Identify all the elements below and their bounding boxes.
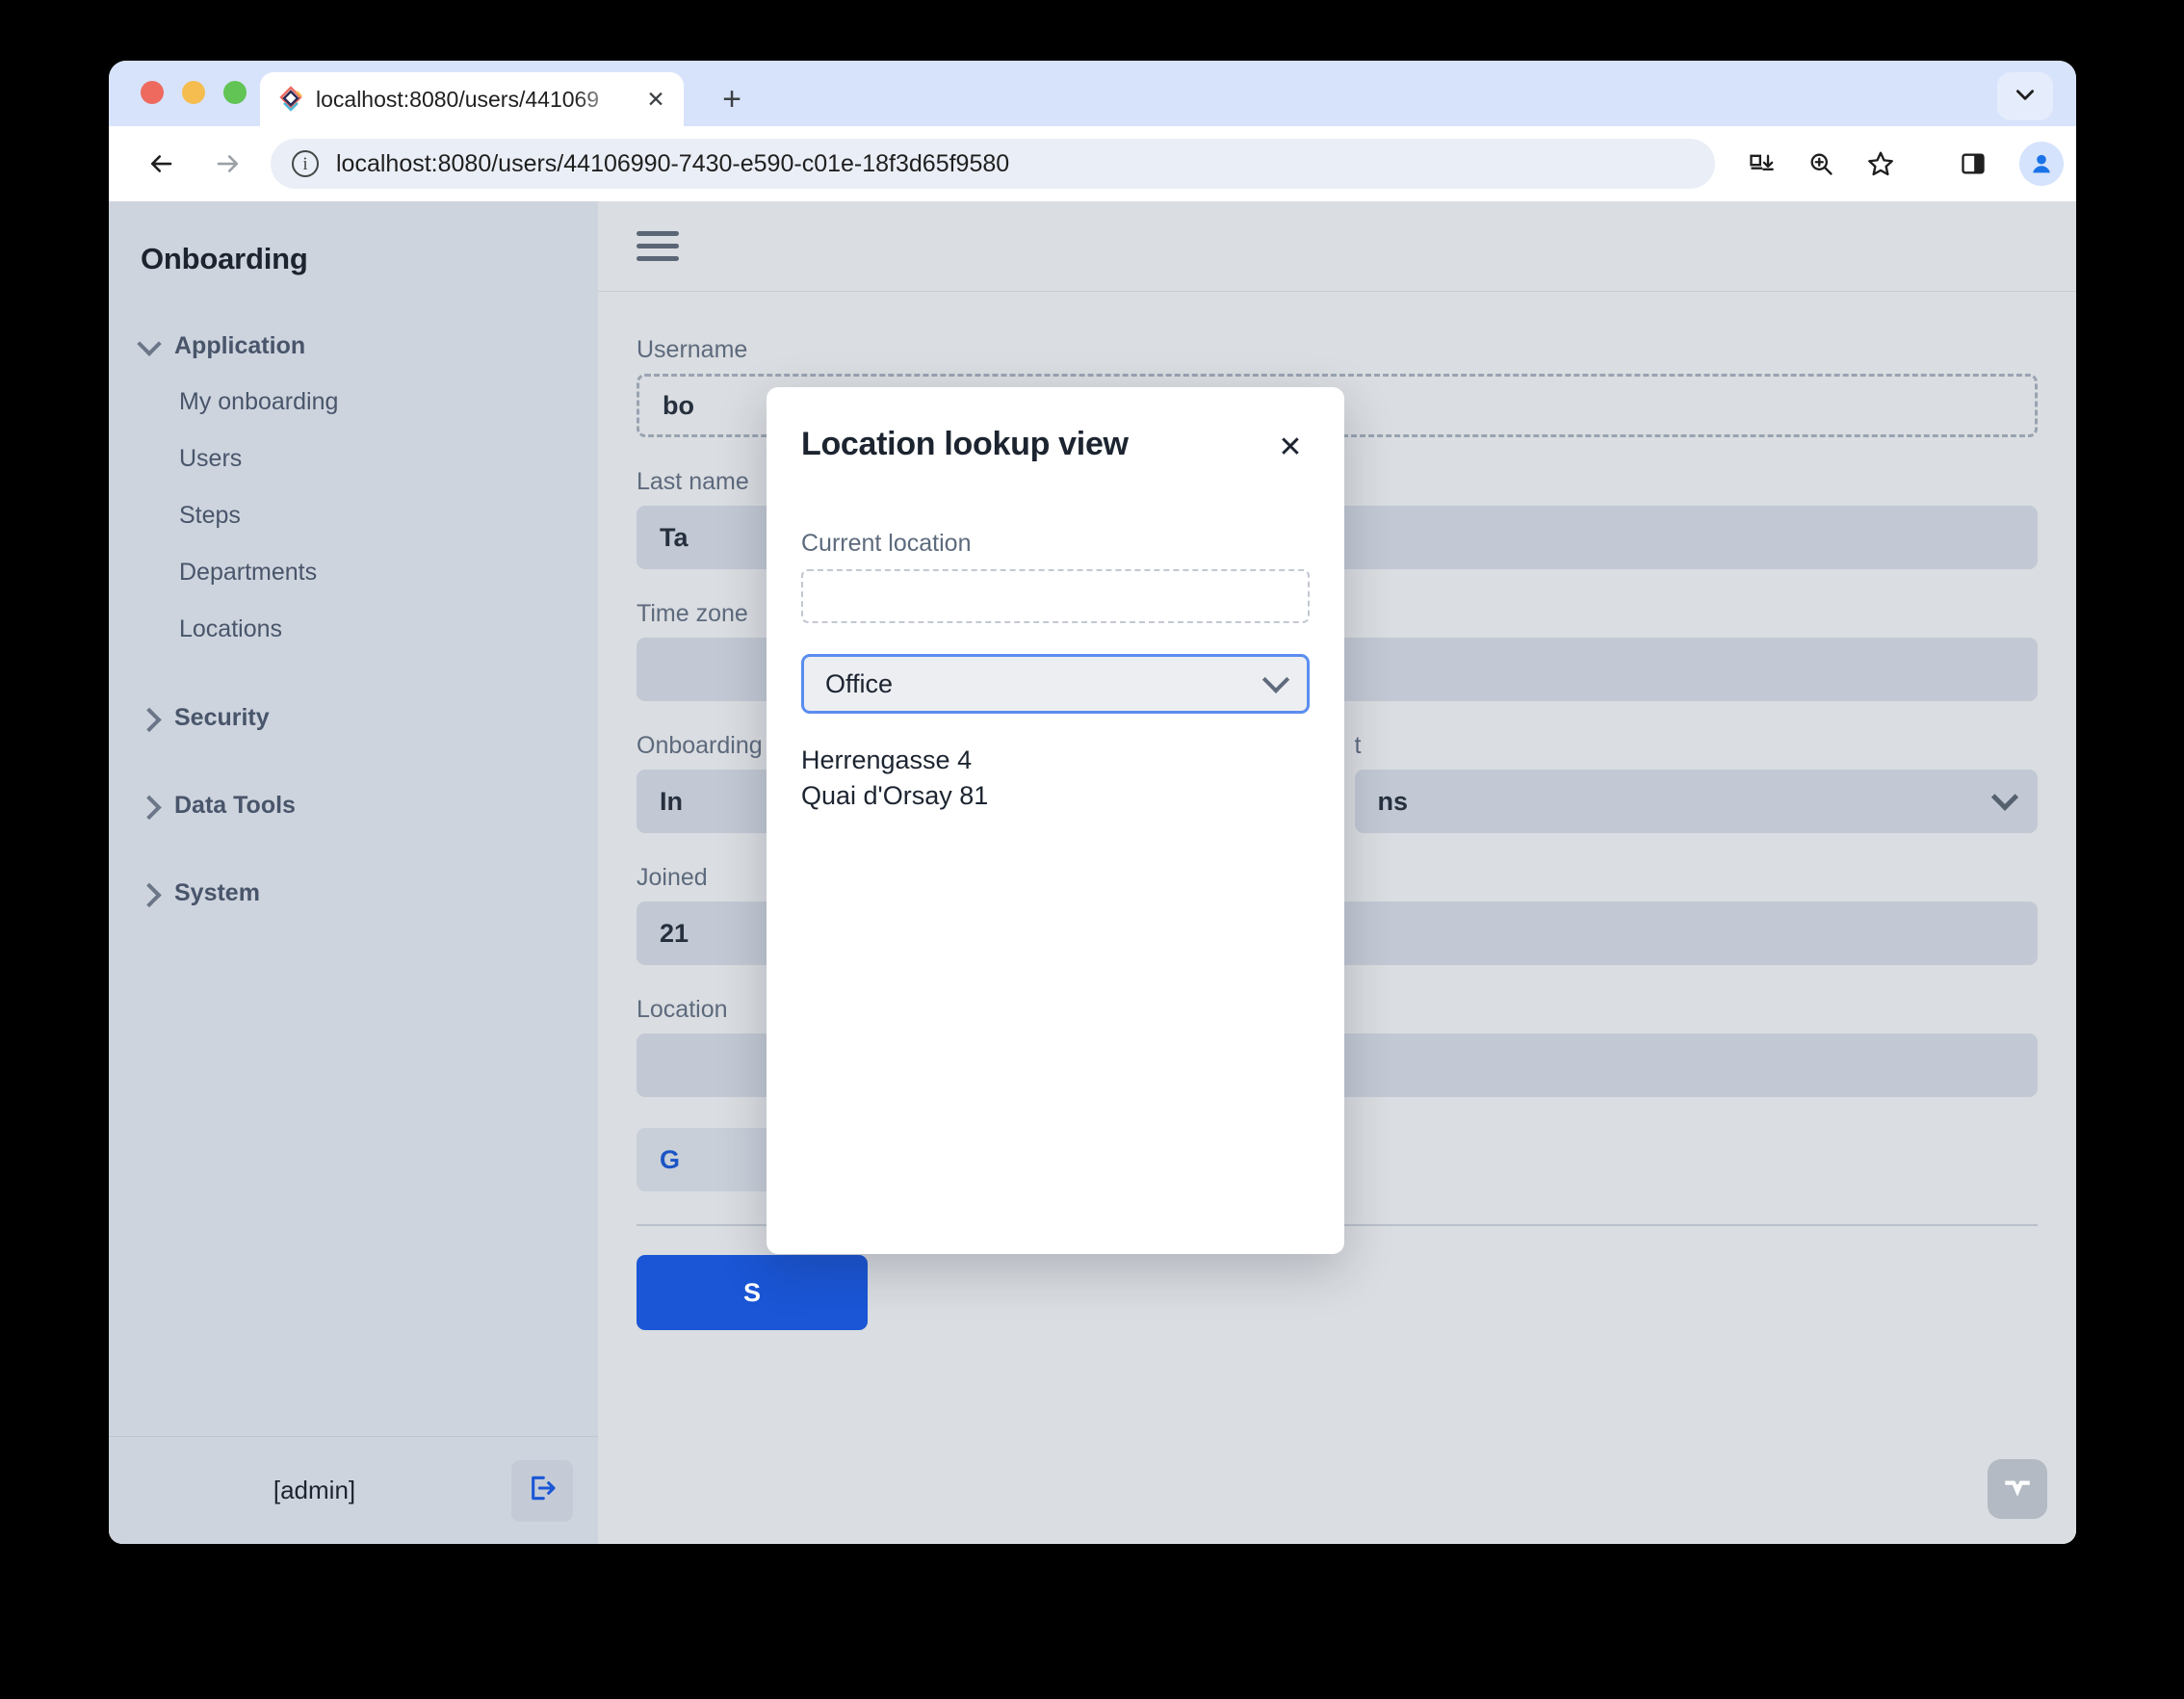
sidebar-section-label: Data Tools: [174, 792, 296, 820]
sidebar-section-data-tools[interactable]: Data Tools: [109, 778, 598, 833]
location-lookup-dialog: Location lookup view ✕ Current location …: [767, 387, 1344, 1254]
sidebar-section-label: Security: [174, 704, 270, 732]
sidebar-nav: Application My onboarding Users Steps De…: [109, 276, 598, 1436]
location-select-value: Office: [825, 669, 1255, 699]
current-location-label: Current location: [801, 530, 1310, 558]
sidebar-item-users[interactable]: Users: [109, 431, 598, 487]
sidebar-item-my-onboarding[interactable]: My onboarding: [109, 374, 598, 431]
save-button[interactable]: S: [637, 1255, 868, 1330]
logout-icon: [527, 1473, 558, 1508]
chevron-down-icon: [1991, 784, 2018, 811]
chevron-right-icon: [137, 707, 161, 731]
install-app-icon[interactable]: [1736, 139, 1786, 189]
sidebar-section-application[interactable]: Application: [109, 319, 598, 374]
sidebar-item-steps[interactable]: Steps: [109, 487, 598, 544]
minimize-window-button[interactable]: [182, 81, 205, 104]
sidebar-item-departments[interactable]: Departments: [109, 544, 598, 601]
nav-spacer: [109, 833, 598, 866]
toolbar-actions: [1736, 139, 2076, 189]
permissions-select[interactable]: ns: [1355, 770, 2039, 833]
current-user-label: [admin]: [141, 1476, 488, 1505]
chevron-right-icon: [137, 882, 161, 906]
current-location-value: [801, 569, 1310, 623]
sidebar-section-label: Application: [174, 332, 305, 360]
bookmark-star-icon[interactable]: [1856, 139, 1906, 189]
window-traffic-lights: [141, 81, 247, 104]
app-sidebar: Onboarding Application My onboarding Use…: [109, 201, 598, 1544]
chevron-down-icon: [1262, 667, 1289, 693]
forward-button[interactable]: [203, 139, 253, 189]
list-item[interactable]: Herrengasse 4: [801, 743, 1310, 778]
close-window-button[interactable]: [141, 81, 164, 104]
dialog-title: Location lookup view: [801, 426, 1271, 463]
app-header: [598, 201, 2076, 292]
hamburger-menu-icon[interactable]: [637, 231, 679, 261]
field-permissions: t ns: [1355, 732, 2039, 833]
browser-tab-strip: localhost:8080/users/441069 ✕ +: [109, 61, 2076, 126]
chevron-down-icon: [137, 331, 161, 355]
sidebar-footer: [admin]: [109, 1436, 598, 1544]
list-item[interactable]: Quai d'Orsay 81: [801, 778, 1310, 814]
tab-close-button[interactable]: ✕: [641, 85, 670, 114]
tab-search-button[interactable]: [1997, 72, 2053, 120]
vaadin-favicon-icon: [277, 86, 304, 113]
info-icon[interactable]: i: [292, 150, 319, 177]
close-icon[interactable]: ✕: [1271, 428, 1310, 466]
address-bar[interactable]: i localhost:8080/users/44106990-7430-e59…: [271, 139, 1715, 189]
field-label: Username: [637, 336, 2038, 364]
new-tab-button[interactable]: +: [711, 78, 753, 120]
dialog-header: Location lookup view ✕: [801, 426, 1310, 466]
logout-button[interactable]: [511, 1460, 573, 1522]
profile-avatar[interactable]: [2019, 142, 2064, 186]
chevron-down-icon: [2013, 82, 2038, 112]
field-label: t: [1355, 732, 2039, 760]
browser-window: localhost:8080/users/441069 ✕ +: [109, 61, 2076, 1544]
location-select[interactable]: Office: [801, 654, 1310, 714]
permissions-select-value: ns: [1378, 787, 1409, 817]
side-panel-icon[interactable]: [1948, 139, 1998, 189]
browser-toolbar: i localhost:8080/users/44106990-7430-e59…: [109, 126, 2076, 201]
sidebar-section-security[interactable]: Security: [109, 691, 598, 745]
sidebar-section-system[interactable]: System: [109, 866, 598, 921]
address-list: Herrengasse 4 Quai d'Orsay 81: [801, 743, 1310, 815]
address-bar-url: localhost:8080/users/44106990-7430-e590-…: [336, 150, 1009, 178]
app-brand-title: Onboarding: [109, 201, 598, 276]
sidebar-section-label: System: [174, 879, 260, 907]
zoom-in-icon[interactable]: [1796, 139, 1846, 189]
back-button[interactable]: [136, 139, 186, 189]
nav-spacer: [109, 745, 598, 778]
vaadin-logo-icon[interactable]: [1988, 1459, 2047, 1519]
chevron-right-icon: [137, 795, 161, 819]
browser-tab[interactable]: localhost:8080/users/441069 ✕: [260, 72, 684, 126]
maximize-window-button[interactable]: [223, 81, 247, 104]
browser-tab-title: localhost:8080/users/441069: [316, 87, 630, 113]
app-viewport: Onboarding Application My onboarding Use…: [109, 201, 2076, 1544]
nav-spacer: [109, 658, 598, 691]
sidebar-item-locations[interactable]: Locations: [109, 601, 598, 658]
